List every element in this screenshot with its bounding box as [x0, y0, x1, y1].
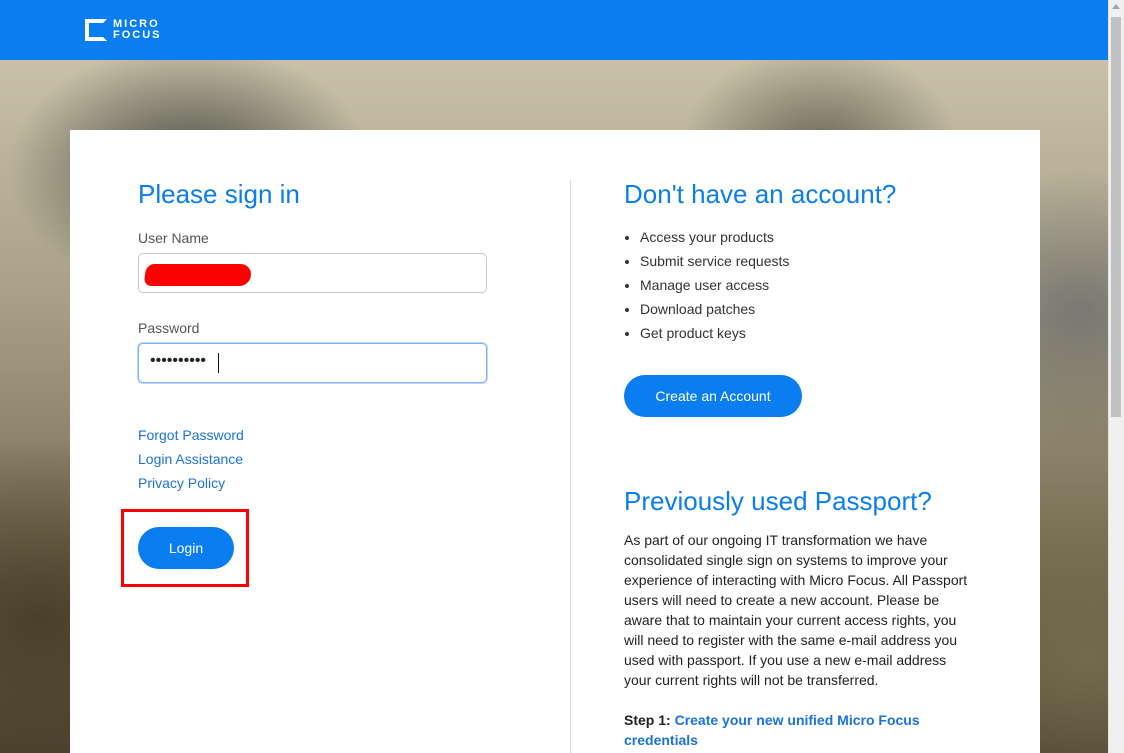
- passport-step: Step 1: Create your new unified Micro Fo…: [624, 710, 954, 750]
- scroll-thumb[interactable]: [1111, 17, 1121, 417]
- passport-description: As part of our ongoing IT transformation…: [624, 532, 968, 688]
- create-account-button[interactable]: Create an Account: [624, 375, 802, 417]
- logo-text: MICRO FOCUS: [113, 19, 162, 41]
- micro-focus-logo[interactable]: MICRO FOCUS: [85, 17, 162, 43]
- privacy-policy-link[interactable]: Privacy Policy: [138, 475, 225, 491]
- list-item: Download patches: [640, 297, 789, 321]
- vertical-scrollbar[interactable]: [1108, 0, 1124, 753]
- passport-title: Previously used Passport?: [624, 486, 932, 516]
- text-caret: [218, 353, 219, 373]
- login-button[interactable]: Login: [138, 527, 234, 569]
- login-assistance-link[interactable]: Login Assistance: [138, 451, 243, 467]
- password-label: Password: [138, 320, 200, 336]
- column-divider: [570, 180, 571, 753]
- signin-title: Please sign in: [138, 179, 300, 209]
- username-label: User Name: [138, 230, 209, 246]
- logo-mark-icon: [85, 19, 107, 41]
- login-card: Please sign in User Name Password ••••••…: [70, 130, 1040, 753]
- list-item: Submit service requests: [640, 249, 789, 273]
- username-input[interactable]: [138, 253, 487, 293]
- top-header: MICRO FOCUS: [0, 0, 1109, 60]
- list-item: Access your products: [640, 225, 789, 249]
- benefits-list: Access your products Submit service requ…: [624, 225, 789, 345]
- password-value: ••••••••••: [150, 352, 207, 369]
- forgot-password-link[interactable]: Forgot Password: [138, 427, 244, 443]
- redaction-mark: [143, 264, 253, 286]
- scroll-up-icon[interactable]: [1112, 4, 1120, 9]
- list-item: Manage user access: [640, 273, 789, 297]
- list-item: Get product keys: [640, 321, 789, 345]
- step-label: Step 1:: [624, 712, 671, 728]
- logo-text-line2: FOCUS: [113, 29, 162, 41]
- account-title: Don't have an account?: [624, 179, 897, 209]
- password-input[interactable]: ••••••••••: [138, 343, 487, 383]
